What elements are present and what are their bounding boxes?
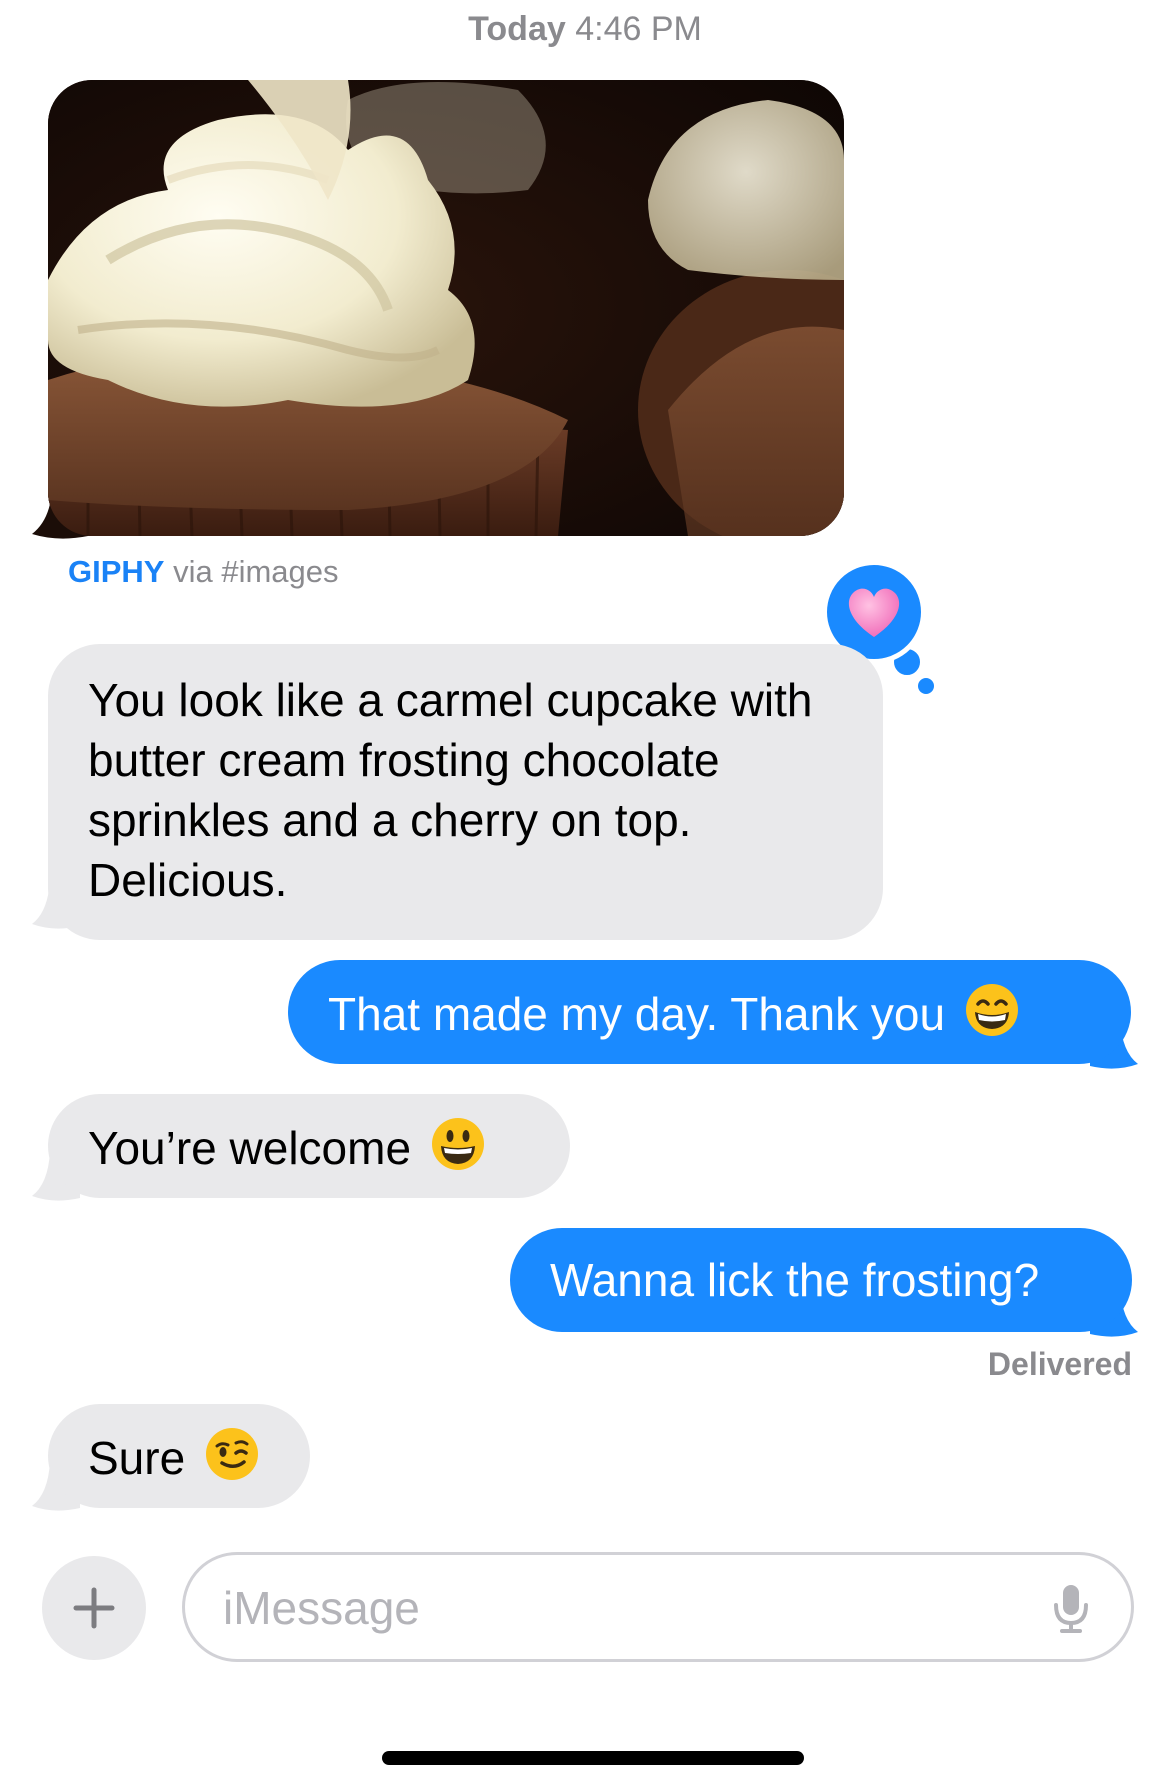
- message-text: That made my day. Thank you: [328, 988, 946, 1040]
- imessage-input[interactable]: iMessage: [182, 1552, 1134, 1662]
- message-bubble-incoming[interactable]: You look like a carmel cupcake with butt…: [48, 644, 883, 940]
- winking-face-emoji-icon: [205, 1428, 258, 1480]
- imessage-input-placeholder: iMessage: [223, 1582, 420, 1634]
- gif-source-suffix: via #images: [173, 554, 339, 589]
- conversation-timestamp: Today 4:46 PM: [0, 10, 1170, 49]
- giphy-brand[interactable]: GIPHY: [68, 554, 164, 589]
- plus-icon: [73, 1587, 115, 1629]
- message-text: You look like a carmel cupcake with butt…: [88, 674, 813, 906]
- grinning-smiling-eyes-emoji-icon: [965, 984, 1018, 1036]
- timestamp-day: Today: [468, 10, 566, 48]
- message-bubble-outgoing[interactable]: Wanna lick the frosting?: [510, 1228, 1132, 1332]
- microphone-icon[interactable]: [1051, 1583, 1091, 1635]
- tapback-bubble-dot-small: [918, 678, 934, 694]
- gif-source-caption[interactable]: GIPHY via #images: [68, 554, 339, 590]
- message-text: You’re welcome: [88, 1122, 412, 1174]
- cupcake-illustration: [48, 80, 844, 536]
- message-text: Sure: [88, 1432, 186, 1484]
- apps-plus-button[interactable]: [42, 1556, 146, 1660]
- message-bubble-incoming[interactable]: Sure: [48, 1404, 310, 1508]
- home-indicator[interactable]: [382, 1751, 804, 1765]
- cupcake-gif-image[interactable]: [48, 80, 844, 536]
- message-bubble-incoming[interactable]: You’re welcome: [48, 1094, 570, 1198]
- message-text: Wanna lick the frosting?: [550, 1254, 1040, 1306]
- timestamp-time: 4:46 PM: [575, 10, 702, 48]
- grinning-face-emoji-icon: [431, 1118, 484, 1170]
- delivered-status: Delivered: [987, 1346, 1132, 1382]
- message-bubble-outgoing[interactable]: That made my day. Thank you: [288, 960, 1131, 1064]
